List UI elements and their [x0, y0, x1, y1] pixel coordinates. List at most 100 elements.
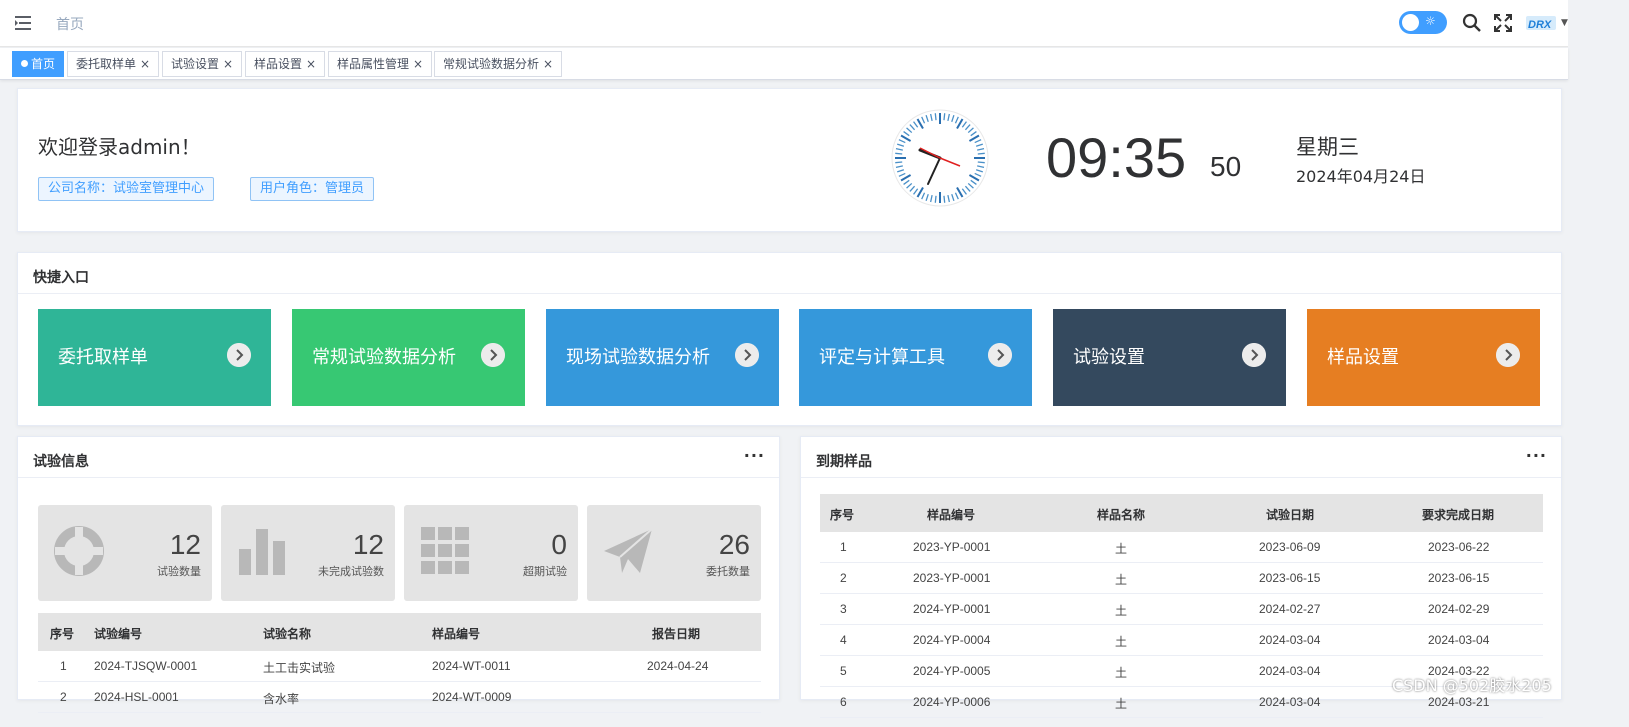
table-row[interactable]: 4 2024-YP-0004 土 2024-03-04 2024-03-04 — [820, 625, 1543, 656]
tag-entrust-sampling[interactable]: 委托取样单 × — [67, 51, 160, 77]
cell: 土工击实试验 — [263, 661, 336, 675]
quick-tile-label: 常规试验数据分析 — [312, 347, 456, 368]
test-info-card: 试验信息 ··· 12 试验数量 12 未完成试验数 0 超期试验 26 委托数… — [17, 436, 780, 713]
grid-icon — [421, 527, 469, 574]
close-icon[interactable]: × — [140, 57, 150, 71]
theme-toggle[interactable]: ☼ — [1399, 11, 1447, 34]
expire-table-header: 序号 样品编号 样品名称 试验日期 要求完成日期 — [820, 494, 1543, 532]
quick-entry-card: 快捷入口 委托取样单 常规试验数据分析 现场试验数据分析 评定与计算工具 试验设… — [17, 252, 1562, 426]
column-header: 试验编号 — [94, 627, 143, 641]
stat-value: 0 — [551, 529, 567, 560]
cell: 2024-03-04 — [1259, 633, 1321, 647]
tag-label: 样品属性管理 — [337, 57, 410, 71]
quick-tile-routine-analysis[interactable]: 常规试验数据分析 — [292, 309, 525, 406]
hamburger-icon[interactable] — [12, 12, 34, 34]
stat-unfinished[interactable]: 12 未完成试验数 — [221, 505, 395, 601]
cell: 2024-02-27 — [1259, 602, 1321, 616]
tag-routine-analysis[interactable]: 常规试验数据分析 × — [434, 51, 563, 77]
column-header: 样品名称 — [1097, 508, 1146, 522]
quick-tile-entrust[interactable]: 委托取样单 — [38, 309, 271, 406]
cell: 2023-YP-0001 — [913, 540, 991, 554]
company-badge: 公司名称：试验室管理中心 — [38, 177, 215, 201]
cell: 2024-HSL-0001 — [94, 690, 179, 704]
close-icon[interactable]: × — [306, 57, 316, 71]
current-date: 2024年04月24日 — [1296, 167, 1426, 186]
quick-tile-label: 评定与计算工具 — [819, 347, 945, 368]
tag-sample-attr[interactable]: 样品属性管理 × — [328, 51, 433, 77]
quick-tile-calc-tools[interactable]: 评定与计算工具 — [799, 309, 1032, 406]
tag-sample-settings[interactable]: 样品设置 × — [245, 51, 326, 77]
stat-test-count[interactable]: 12 试验数量 — [38, 505, 212, 601]
cell: 土 — [1115, 542, 1128, 556]
cell: 2024-WT-0009 — [432, 690, 512, 704]
navbar: 首页 ☼ DRX ▼ — [0, 0, 1568, 47]
cell: 2024-02-29 — [1428, 602, 1490, 616]
search-icon[interactable] — [1462, 13, 1482, 33]
cell: 2023-06-22 — [1428, 540, 1490, 554]
table-row[interactable]: 1 2024-TJSQW-0001 土工击实试验 2024-WT-0011 20… — [38, 651, 761, 682]
test-info-title: 试验信息 — [33, 454, 89, 470]
close-icon[interactable]: × — [543, 57, 553, 71]
cell: 2024-04-24 — [647, 659, 709, 673]
test-table-header: 序号 试验编号 试验名称 样品编号 报告日期 — [38, 613, 761, 651]
expiring-samples-card: 到期样品 ··· 序号 样品编号 样品名称 试验日期 要求完成日期 1 2023-… — [800, 436, 1562, 718]
quick-tile-label: 委托取样单 — [58, 347, 148, 368]
caret-down-icon[interactable]: ▼ — [1561, 18, 1568, 28]
cell: 土 — [1115, 573, 1128, 587]
cell: 2024-TJSQW-0001 — [94, 659, 198, 673]
tag-label: 试验设置 — [171, 57, 220, 71]
cell: 土 — [1115, 604, 1128, 618]
cell: 含水率 — [263, 692, 300, 706]
table-row[interactable]: 2 2024-HSL-0001 含水率 2024-WT-0009 — [38, 682, 761, 713]
cell: 土 — [1115, 666, 1128, 680]
table-row[interactable]: 2 2023-YP-0001 土 2023-06-15 2023-06-15 — [820, 563, 1543, 594]
tags-view: 首页 委托取样单 × 试验设置 × 样品设置 × 样品属性管理 × 常规试验数据分析 × — [0, 48, 1568, 80]
clock-time: 09:35 — [1046, 126, 1187, 189]
card-header: 快捷入口 — [18, 253, 1561, 294]
stat-label: 超期试验 — [523, 565, 567, 578]
lifebuoy-icon — [54, 526, 104, 576]
tag-label: 首页 — [31, 57, 56, 71]
cell: 2024-03-04 — [1259, 664, 1321, 678]
quick-tile-sample-settings[interactable]: 样品设置 — [1307, 309, 1540, 406]
close-icon[interactable]: × — [413, 57, 423, 71]
stat-label: 试验数量 — [157, 565, 201, 578]
stat-value: 12 — [352, 529, 384, 560]
quick-tile-test-settings[interactable]: 试验设置 — [1053, 309, 1286, 406]
fullscreen-icon[interactable] — [1493, 13, 1513, 33]
close-icon[interactable]: × — [223, 57, 233, 71]
more-icon[interactable]: ··· — [744, 446, 765, 465]
cell: 土 — [1115, 635, 1128, 649]
cell: 2024-03-04 — [1259, 695, 1321, 709]
table-row[interactable]: 1 2023-YP-0001 土 2023-06-09 2023-06-22 — [820, 532, 1543, 563]
tag-label: 委托取样单 — [76, 57, 137, 71]
column-header: 序号 — [830, 508, 855, 522]
column-header: 样品编号 — [927, 508, 976, 522]
stat-entrust-count[interactable]: 26 委托数量 — [587, 505, 761, 601]
avatar[interactable]: DRX — [1526, 12, 1556, 34]
column-header: 要求完成日期 — [1422, 508, 1495, 522]
cell: 土 — [1115, 697, 1128, 711]
cell: 2024-YP-0004 — [913, 633, 991, 647]
stat-overdue[interactable]: 0 超期试验 — [404, 505, 578, 601]
welcome-title: 欢迎登录admin！ — [38, 135, 201, 159]
stat-value: 26 — [718, 529, 750, 560]
quick-tile-field-analysis[interactable]: 现场试验数据分析 — [546, 309, 779, 406]
column-header: 试验日期 — [1266, 508, 1315, 522]
breadcrumb[interactable]: 首页 — [56, 14, 84, 34]
paper-plane-icon — [604, 528, 653, 573]
tag-test-settings[interactable]: 试验设置 × — [162, 51, 243, 77]
table-row[interactable]: 3 2024-YP-0001 土 2024-02-27 2024-02-29 — [820, 594, 1543, 625]
bar-chart-icon — [239, 529, 285, 575]
more-icon[interactable]: ··· — [1526, 446, 1547, 465]
cell: 2 — [840, 571, 847, 585]
cell: 2023-YP-0001 — [913, 571, 991, 585]
cell: 2024-03-04 — [1428, 633, 1490, 647]
cell: 4 — [840, 633, 847, 647]
toggle-knob — [1402, 14, 1419, 31]
expiring-samples-title: 到期样品 — [816, 454, 872, 470]
cell: 2024-WT-0011 — [432, 659, 511, 673]
cell: 2024-YP-0005 — [913, 664, 991, 678]
tag-home[interactable]: 首页 — [12, 51, 65, 77]
tag-label: 样品设置 — [254, 57, 303, 71]
